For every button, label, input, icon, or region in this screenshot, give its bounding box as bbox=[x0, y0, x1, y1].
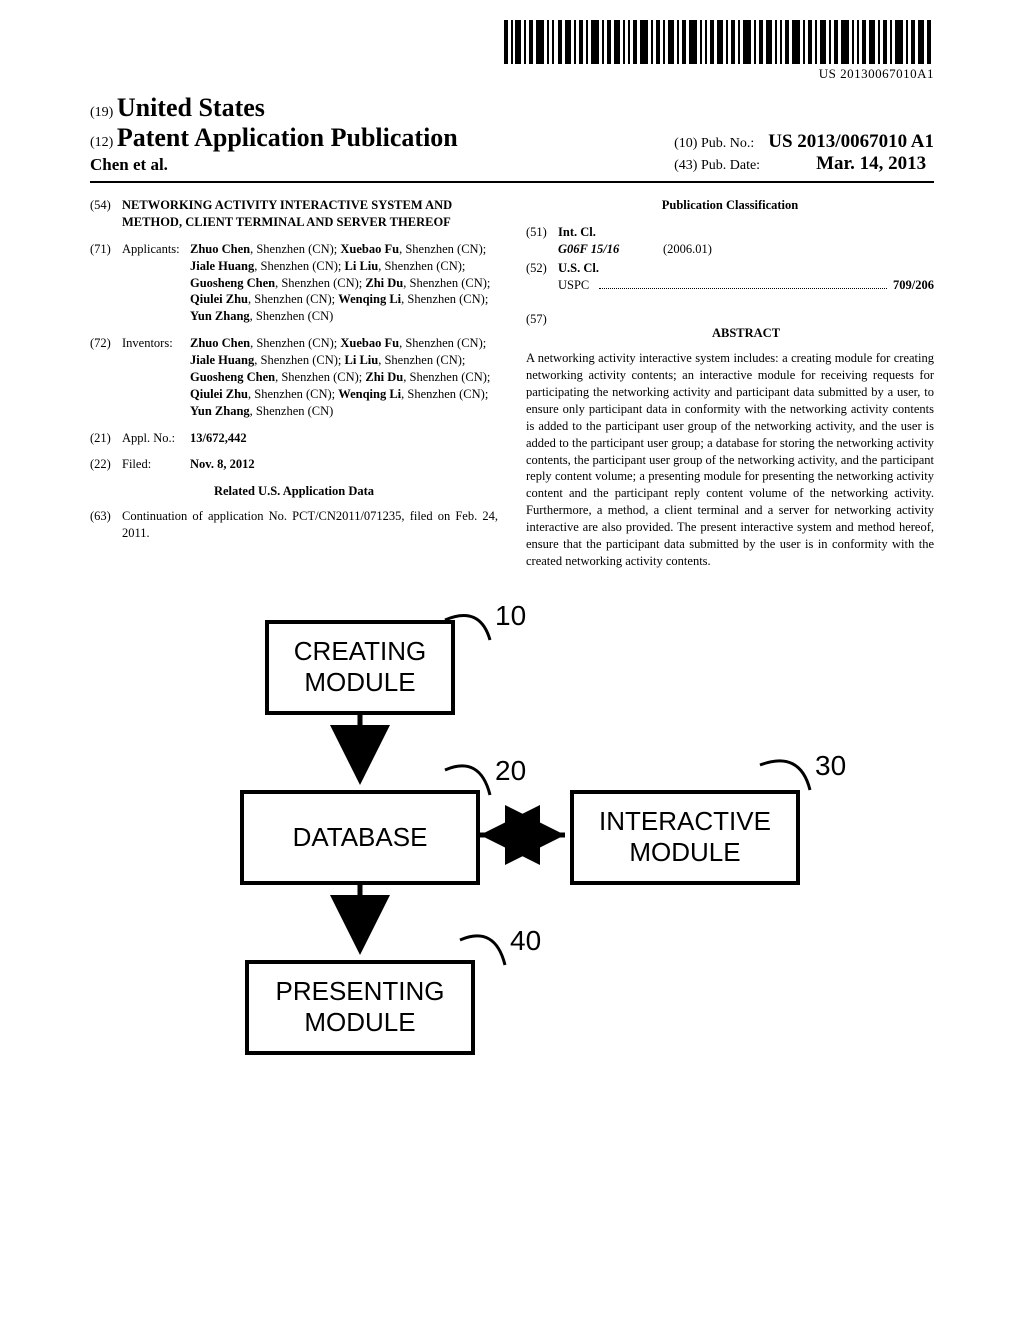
diagram-box-interactive: INTERACTIVEMODULE bbox=[570, 790, 800, 885]
applicants-code: (71) bbox=[90, 241, 122, 325]
uspc-label: USPC bbox=[558, 277, 589, 294]
intcl-label: Int. Cl. bbox=[558, 224, 934, 241]
title-code: (54) bbox=[90, 197, 122, 231]
diagram-box-creating: CREATINGMODULE bbox=[265, 620, 455, 715]
barcode-icon: US 20130067010A1 bbox=[504, 20, 934, 82]
barcode-text: US 20130067010A1 bbox=[504, 66, 934, 82]
uscl-code: (52) bbox=[526, 260, 558, 294]
country-name: United States bbox=[117, 93, 265, 122]
diagram-box-database: DATABASE bbox=[240, 790, 480, 885]
uspc-dots bbox=[599, 288, 887, 289]
country-code: (19) bbox=[90, 105, 113, 120]
barcode-section: US 20130067010A1 bbox=[90, 20, 934, 83]
header: (19) United States (12) Patent Applicati… bbox=[90, 93, 934, 175]
pubdate-code: (43) bbox=[674, 158, 697, 173]
pub-type: Patent Application Publication bbox=[117, 123, 458, 152]
diagram-box-interactive-label: INTERACTIVEMODULE bbox=[599, 806, 771, 868]
diagram-box-database-label: DATABASE bbox=[293, 822, 428, 853]
filed-code: (22) bbox=[90, 456, 122, 473]
abstract-text: A networking activity interactive system… bbox=[526, 350, 934, 569]
diagram-label-10: 10 bbox=[495, 600, 526, 632]
pub-type-code: (12) bbox=[90, 135, 113, 150]
diagram-label-20: 20 bbox=[495, 755, 526, 787]
uscl-label: U.S. Cl. bbox=[558, 260, 934, 277]
diagram-label-40: 40 bbox=[510, 925, 541, 957]
pubno-value: US 2013/0067010 A1 bbox=[768, 131, 934, 152]
intcl-date: (2006.01) bbox=[663, 242, 712, 256]
pubno-label: Pub. No.: bbox=[701, 136, 754, 151]
inventors-value: Zhuo Chen, Shenzhen (CN); Xuebao Fu, She… bbox=[190, 335, 498, 419]
filed-label: Filed: bbox=[122, 456, 190, 473]
applno-label: Appl. No.: bbox=[122, 430, 190, 447]
header-divider bbox=[90, 181, 934, 183]
inventors-code: (72) bbox=[90, 335, 122, 419]
classification-heading: Publication Classification bbox=[526, 197, 934, 214]
intcl-class: G06F 15/16 bbox=[558, 242, 619, 256]
continuation-text: Continuation of application No. PCT/CN20… bbox=[122, 508, 498, 542]
pubdate-label: Pub. Date: bbox=[701, 158, 760, 173]
author-line: Chen et al. bbox=[90, 155, 458, 175]
applicants-label: Applicants: bbox=[122, 241, 190, 325]
filed-value: Nov. 8, 2012 bbox=[190, 456, 498, 473]
pubdate-value: Mar. 14, 2013 bbox=[816, 153, 926, 174]
diagram-box-presenting: PRESENTINGMODULE bbox=[245, 960, 475, 1055]
left-column: (54) NETWORKING ACTIVITY INTERACTIVE SYS… bbox=[90, 197, 498, 570]
diagram-box-creating-label: CREATINGMODULE bbox=[294, 636, 426, 698]
related-heading: Related U.S. Application Data bbox=[90, 483, 498, 500]
pubno-code: (10) bbox=[674, 136, 697, 151]
diagram: CREATINGMODULE DATABASE INTERACTIVEMODUL… bbox=[90, 600, 934, 1130]
intcl-code: (51) bbox=[526, 224, 558, 258]
uspc-value: 709/206 bbox=[893, 277, 934, 294]
abstract-heading: ABSTRACT bbox=[558, 325, 934, 342]
patent-title: NETWORKING ACTIVITY INTERACTIVE SYSTEM A… bbox=[122, 197, 498, 231]
right-column: Publication Classification (51) Int. Cl.… bbox=[526, 197, 934, 570]
diagram-box-presenting-label: PRESENTINGMODULE bbox=[275, 976, 444, 1038]
applicants-value: Zhuo Chen, Shenzhen (CN); Xuebao Fu, She… bbox=[190, 241, 498, 325]
abstract-code: (57) bbox=[526, 311, 558, 350]
continuation-code: (63) bbox=[90, 508, 122, 542]
inventors-label: Inventors: bbox=[122, 335, 190, 419]
body-columns: (54) NETWORKING ACTIVITY INTERACTIVE SYS… bbox=[90, 197, 934, 570]
applno-code: (21) bbox=[90, 430, 122, 447]
diagram-label-30: 30 bbox=[815, 750, 846, 782]
applno-value: 13/672,442 bbox=[190, 430, 498, 447]
